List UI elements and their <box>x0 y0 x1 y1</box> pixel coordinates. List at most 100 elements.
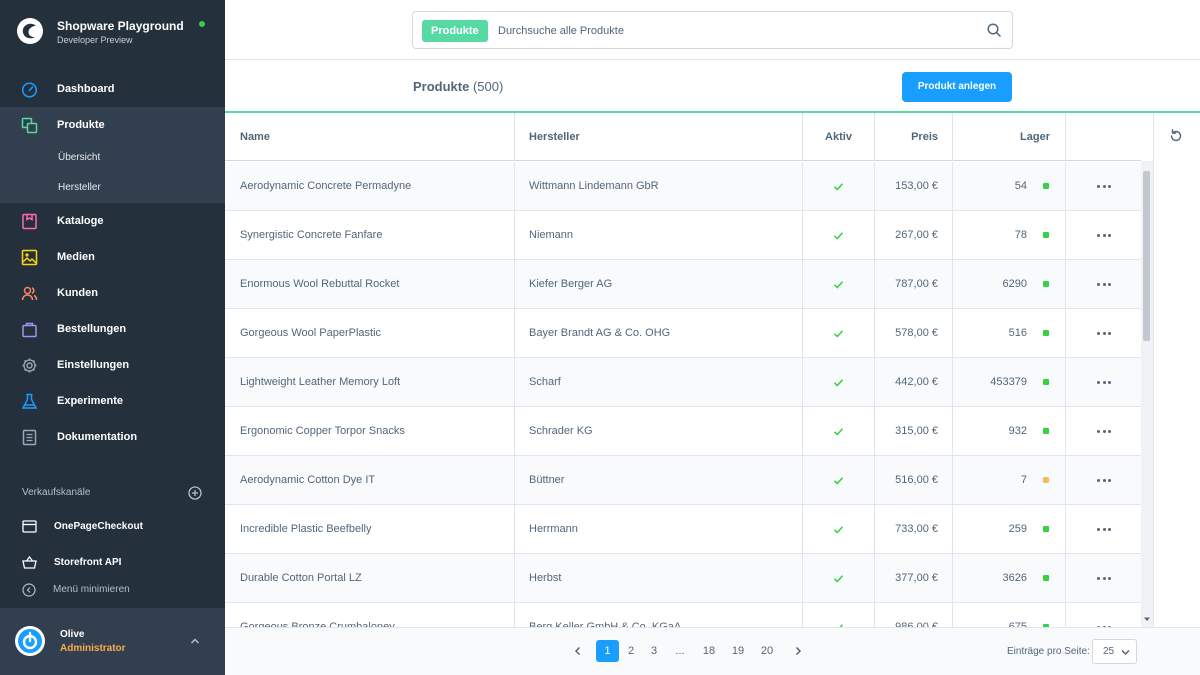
checkmark-icon <box>833 329 844 338</box>
product-name-cell[interactable]: Gorgeous Bronze Crumbaloney <box>225 603 515 627</box>
pagination-page[interactable]: 18 <box>697 640 721 662</box>
column-header-stock[interactable]: Lager <box>953 113 1066 161</box>
sales-channel-onepagecheckout[interactable]: OnePageCheckout <box>0 512 225 542</box>
brand-header[interactable]: Shopware Playground Developer Preview <box>0 0 225 60</box>
pagination-page[interactable]: 20 <box>755 640 779 662</box>
context-menu-cell <box>1066 309 1141 357</box>
sidebar-item-experimente[interactable]: Experimente <box>0 383 225 419</box>
checkmark-icon <box>833 182 844 191</box>
page-title-text: Produkte <box>413 79 470 94</box>
table-row[interactable]: Incredible Plastic Beefbelly Herrmann 733,… <box>225 505 1141 554</box>
more-options-icon[interactable] <box>1096 376 1112 388</box>
table-row[interactable]: Synergistic Concrete Fanfare Niemann 267,0… <box>225 211 1141 260</box>
more-options-icon[interactable] <box>1096 474 1112 486</box>
product-name-cell[interactable]: Aerodynamic Concrete Permadyne <box>225 162 515 210</box>
product-name-cell[interactable]: Durable Cotton Portal LZ <box>225 554 515 602</box>
image-icon <box>21 249 38 266</box>
grid-scrollbar-thumb[interactable] <box>1143 171 1150 341</box>
product-name-cell[interactable]: Synergistic Concrete Fanfare <box>225 211 515 259</box>
more-options-icon[interactable] <box>1096 523 1112 535</box>
table-row[interactable]: Gorgeous Wool PaperPlastic Bayer Brandt A… <box>225 309 1141 358</box>
column-header-price[interactable]: Preis <box>875 113 953 161</box>
refresh-icon[interactable] <box>1168 128 1184 144</box>
sidebar-item-einstellungen[interactable]: Einstellungen <box>0 347 225 383</box>
sidebar-subitem-uebersicht[interactable]: Übersicht <box>0 143 225 173</box>
more-options-icon[interactable] <box>1096 278 1112 290</box>
price-cell: 315,00 € <box>875 407 953 455</box>
search-input[interactable] <box>498 20 968 42</box>
more-options-icon[interactable] <box>1096 572 1112 584</box>
add-sales-channel-icon[interactable] <box>188 486 202 500</box>
product-name-cell[interactable]: Incredible Plastic Beefbelly <box>225 505 515 553</box>
active-cell <box>803 309 875 357</box>
stock-cell: 675 <box>953 603 1066 627</box>
stock-cell: 453379 <box>953 358 1066 406</box>
manufacturer-cell: Kiefer Berger AG <box>515 260 803 308</box>
sidebar-subitem-hersteller[interactable]: Hersteller <box>0 173 225 203</box>
column-header-actions <box>1066 113 1141 161</box>
sidebar-item-label: Medien <box>57 251 95 263</box>
sidebar-item-bestellungen[interactable]: Bestellungen <box>0 311 225 347</box>
sidebar-item-dokumentation[interactable]: Dokumentation <box>0 419 225 455</box>
pagination-page[interactable]: 3 <box>644 640 664 662</box>
table-row[interactable]: Enormous Wool Rebuttal Rocket Kiefer Berg… <box>225 260 1141 309</box>
grid-header: Name Hersteller Aktiv Preis Lager <box>225 113 1141 161</box>
scroll-down-icon[interactable] <box>1143 615 1151 623</box>
pagination-page[interactable]: 1 <box>596 640 619 662</box>
per-page-select[interactable]: 25 <box>1092 639 1137 664</box>
sidebar-item-dashboard[interactable]: Dashboard <box>0 71 225 107</box>
app-name: Shopware Playground <box>57 19 184 33</box>
create-product-button[interactable]: Produkt anlegen <box>902 72 1012 102</box>
more-options-icon[interactable] <box>1096 180 1112 192</box>
global-search[interactable]: Produkte <box>412 11 1013 49</box>
active-cell <box>803 260 875 308</box>
manufacturer-cell: Schrader KG <box>515 407 803 455</box>
pagination-next-icon[interactable] <box>793 646 803 656</box>
chevron-up-icon[interactable] <box>189 635 201 647</box>
stock-value: 78 <box>1014 229 1027 241</box>
table-row[interactable]: Gorgeous Bronze Crumbaloney Berg Keller G… <box>225 603 1141 627</box>
product-name-cell[interactable]: Ergonomic Copper Torpor Snacks <box>225 407 515 455</box>
column-header-active[interactable]: Aktiv <box>803 113 875 161</box>
more-options-icon[interactable] <box>1096 425 1112 437</box>
sidebar-item-kunden[interactable]: Kunden <box>0 275 225 311</box>
stock-status-indicator <box>1043 183 1049 189</box>
table-row[interactable]: Aerodynamic Concrete Permadyne Wittmann L… <box>225 162 1141 211</box>
stock-cell: 7 <box>953 456 1066 504</box>
active-cell <box>803 358 875 406</box>
sidebar-item-kataloge[interactable]: Kataloge <box>0 203 225 239</box>
sales-channel-storefront-api[interactable]: Storefront API <box>0 548 225 578</box>
sales-channels-title: Verkaufskanäle <box>22 487 91 498</box>
column-header-name[interactable]: Name <box>225 113 515 161</box>
product-name-cell[interactable]: Lightweight Leather Memory Loft <box>225 358 515 406</box>
sidebar-item-label: Dashboard <box>57 83 115 95</box>
product-name-cell[interactable]: Aerodynamic Cotton Dye IT <box>225 456 515 504</box>
table-row[interactable]: Durable Cotton Portal LZ Herbst 377,00 € 36… <box>225 554 1141 603</box>
basket-icon <box>22 555 37 569</box>
pagination-prev-icon[interactable] <box>573 646 583 656</box>
sidebar-item-produkte[interactable]: Produkte <box>0 107 225 143</box>
product-name-cell[interactable]: Gorgeous Wool PaperPlastic <box>225 309 515 357</box>
stock-cell: 6290 <box>953 260 1066 308</box>
pagination-page[interactable]: 19 <box>726 640 750 662</box>
more-options-icon[interactable] <box>1096 327 1112 339</box>
table-row[interactable]: Lightweight Leather Memory Loft Scharf 442… <box>225 358 1141 407</box>
storefront-icon <box>22 520 37 533</box>
minimize-menu-button[interactable]: Menü minimieren <box>0 580 225 600</box>
search-icon[interactable] <box>986 22 1002 38</box>
user-name: Olive <box>60 629 85 640</box>
table-row[interactable]: Aerodynamic Cotton Dye IT Büttner 516,00 €… <box>225 456 1141 505</box>
pagination-page[interactable]: 2 <box>621 640 641 662</box>
manufacturer-cell: Wittmann Lindemann GbR <box>515 162 803 210</box>
user-profile[interactable]: Olive Administrator <box>0 608 225 675</box>
product-name-cell[interactable]: Enormous Wool Rebuttal Rocket <box>225 260 515 308</box>
sidebar-item-medien[interactable]: Medien <box>0 239 225 275</box>
stock-value: 453379 <box>990 376 1027 388</box>
sidebar-subitem-label: Übersicht <box>58 152 101 163</box>
table-row[interactable]: Ergonomic Copper Torpor Snacks Schrader K… <box>225 407 1141 456</box>
manufacturer-cell: Bayer Brandt AG & Co. OHG <box>515 309 803 357</box>
more-options-icon[interactable] <box>1096 229 1112 241</box>
search-type-tag[interactable]: Produkte <box>422 20 488 42</box>
checkmark-icon <box>833 231 844 240</box>
column-header-manufacturer[interactable]: Hersteller <box>515 113 803 161</box>
